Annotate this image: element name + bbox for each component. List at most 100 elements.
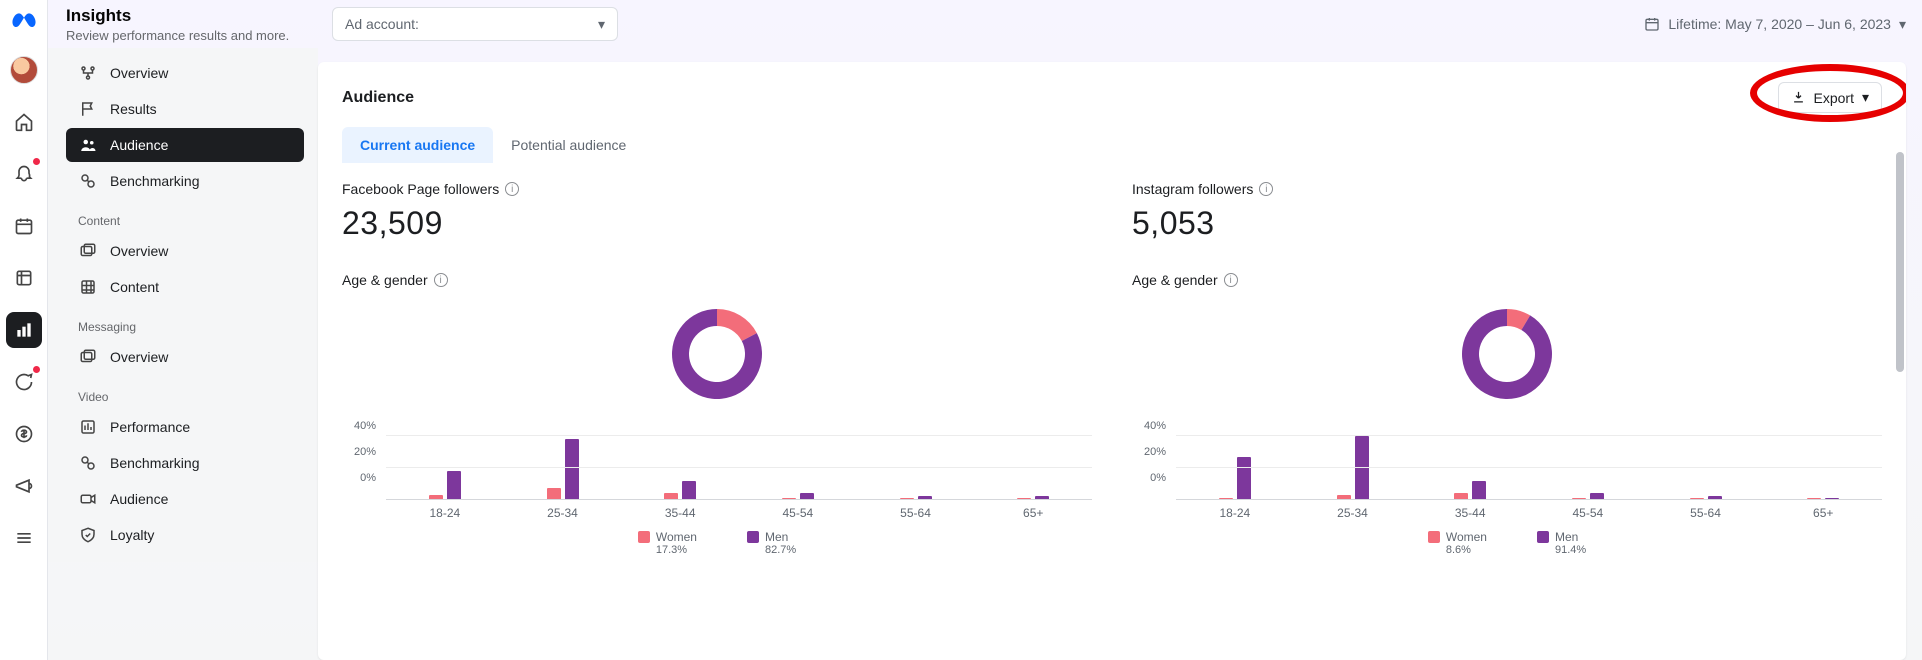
x-tick-label: 18-24 (386, 506, 504, 520)
sidebar-group-messaging: Messaging (66, 306, 304, 340)
sidebar-item-content[interactable]: Content (66, 270, 304, 304)
sidebar-item-label: Results (110, 101, 157, 117)
gallery-icon (78, 348, 98, 366)
tab-current-audience[interactable]: Current audience (342, 127, 493, 163)
bar (1708, 496, 1722, 499)
ads-icon[interactable] (6, 468, 42, 504)
bar (782, 498, 796, 499)
bar (1337, 495, 1351, 499)
sidebar-item-performance[interactable]: Performance (66, 410, 304, 444)
legend-swatch-women (1428, 531, 1440, 543)
fb-legend: Women 17.3% Men 82.7% (342, 530, 1092, 556)
home-icon[interactable] (6, 104, 42, 140)
gallery-icon (78, 242, 98, 260)
page-title-block: Insights Review performance results and … (66, 6, 289, 43)
sidebar-item-label: Content (110, 279, 159, 295)
chevron-down-icon: ▾ (1862, 89, 1869, 106)
x-tick-label: 65+ (974, 506, 1092, 520)
ig-age-gender-label: Age & gender i (1132, 272, 1882, 288)
ig-metric-value: 5,053 (1132, 205, 1882, 242)
info-icon[interactable]: i (505, 182, 519, 196)
chart-icon (78, 418, 98, 436)
bar (429, 495, 443, 499)
flag-icon (78, 100, 98, 118)
bar (447, 471, 461, 499)
legend-swatch-men (747, 531, 759, 543)
chevron-down-icon: ▾ (598, 16, 605, 33)
monetize-icon[interactable] (6, 416, 42, 452)
card-title: Audience (342, 89, 414, 107)
sidebar-item-label: Audience (110, 137, 168, 153)
sidebar-item-loyalty[interactable]: Loyalty (66, 518, 304, 552)
ad-account-select[interactable]: Ad account: ▾ (332, 7, 618, 41)
menu-icon[interactable] (6, 520, 42, 556)
x-tick-label: 18-24 (1176, 506, 1294, 520)
fb-age-gender-label: Age & gender i (342, 272, 1092, 288)
inbox-icon[interactable] (6, 364, 42, 400)
avatar-icon[interactable] (6, 52, 42, 88)
branch-icon (78, 64, 98, 82)
sidebar: Insights Review performance results and … (48, 0, 318, 660)
insights-icon[interactable] (6, 312, 42, 348)
sidebar-item-label: Overview (110, 243, 168, 259)
bar-group (1529, 436, 1647, 499)
export-button[interactable]: Export ▾ (1778, 82, 1883, 113)
bar (800, 493, 814, 499)
date-range-label: Lifetime: May 7, 2020 – Jun 6, 2023 (1668, 16, 1891, 32)
bar (918, 496, 932, 499)
tab-potential-audience[interactable]: Potential audience (493, 127, 644, 163)
ig-metric-label: Instagram followers i (1132, 181, 1882, 197)
bar (565, 439, 579, 499)
bar (1219, 498, 1233, 499)
content-icon[interactable] (6, 260, 42, 296)
calendar-icon[interactable] (6, 208, 42, 244)
export-label: Export (1814, 90, 1854, 106)
sidebar-item-label: Performance (110, 419, 190, 435)
x-tick-label: 25-34 (1294, 506, 1412, 520)
sidebar-group-video: Video (66, 376, 304, 410)
sidebar-item-video-bench[interactable]: Benchmarking (66, 446, 304, 480)
bar (1572, 498, 1586, 499)
sidebar-item-results[interactable]: Results (66, 92, 304, 126)
page-subtitle: Review performance results and more. (66, 28, 289, 43)
date-range-picker[interactable]: Lifetime: May 7, 2020 – Jun 6, 2023 ▾ (1644, 16, 1906, 33)
x-tick-label: 35-44 (1411, 506, 1529, 520)
legend-swatch-women (638, 531, 650, 543)
meta-logo-icon (10, 8, 38, 36)
scrollbar-thumb[interactable] (1896, 152, 1904, 372)
x-tick-label: 35-44 (621, 506, 739, 520)
sidebar-item-messaging-overview[interactable]: Overview (66, 340, 304, 374)
ig-legend: Women 8.6% Men 91.4% (1132, 530, 1882, 556)
sidebar-item-overview[interactable]: Overview (66, 56, 304, 90)
audience-card: Audience Export ▾ Current audience Poten… (318, 62, 1906, 660)
left-rail (0, 0, 48, 660)
bar (1454, 493, 1468, 499)
x-tick-label: 65+ (1764, 506, 1882, 520)
calendar-icon (1644, 16, 1660, 32)
ig-bar-chart: 40% 20% 0% (1132, 420, 1882, 500)
y-axis: 40% 20% 0% (1132, 420, 1172, 484)
bell-icon[interactable] (6, 156, 42, 192)
bar (682, 481, 696, 499)
main-column: Ad account: ▾ Lifetime: May 7, 2020 – Ju… (318, 0, 1922, 660)
people-icon (78, 136, 98, 154)
bar (1807, 498, 1821, 499)
ig-donut-chart (1457, 304, 1557, 404)
page-title: Insights (66, 6, 289, 26)
fb-metric-label: Facebook Page followers i (342, 181, 1092, 197)
bar-group (857, 436, 975, 499)
instagram-panel: Instagram followers i 5,053 Age & gender… (1132, 181, 1882, 556)
sidebar-item-label: Overview (110, 349, 168, 365)
fb-bar-chart: 40% 20% 0% (342, 420, 1092, 500)
sidebar-item-video-audience[interactable]: Audience (66, 482, 304, 516)
sidebar-item-benchmarking[interactable]: Benchmarking (66, 164, 304, 198)
sidebar-item-audience[interactable]: Audience (66, 128, 304, 162)
info-icon[interactable]: i (1224, 273, 1238, 287)
info-icon[interactable]: i (1259, 182, 1273, 196)
bar-group (1764, 436, 1882, 499)
compare-icon (78, 454, 98, 472)
bar (1355, 436, 1369, 499)
info-icon[interactable]: i (434, 273, 448, 287)
legend-swatch-men (1537, 531, 1549, 543)
sidebar-item-content-overview[interactable]: Overview (66, 234, 304, 268)
